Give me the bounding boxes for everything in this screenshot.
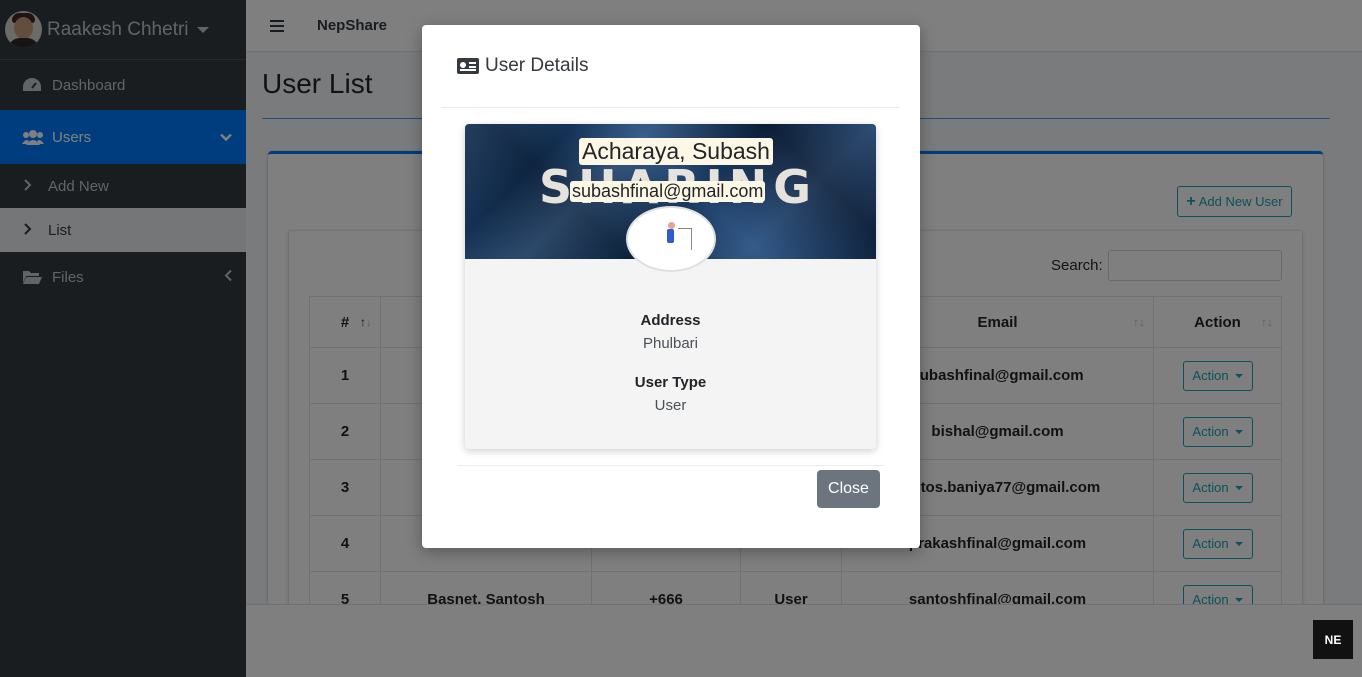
id-card-icon — [457, 58, 479, 74]
profile-name: Acharaya, Subash — [579, 138, 773, 165]
profile-email: subashfinal@gmail.com — [570, 181, 766, 202]
address-label: Address — [640, 312, 701, 329]
profile-info: Address Phulbari User Type User — [465, 312, 876, 414]
divider — [457, 465, 884, 466]
close-button[interactable]: Close — [817, 470, 880, 508]
user-type-value: User — [654, 397, 687, 414]
modal-header: User Details — [441, 25, 900, 108]
corner-logo-badge[interactable]: NE — [1313, 620, 1353, 659]
profile-card: SHARING Acharaya, Subash subashfinal@gma… — [465, 124, 876, 449]
modal-title: User Details — [485, 55, 589, 76]
user-type-label: User Type — [634, 374, 707, 391]
profile-avatar — [626, 206, 716, 272]
address-value: Phulbari — [642, 335, 699, 352]
user-details-modal: User Details SHARING Acharaya, Subash su… — [422, 25, 920, 548]
